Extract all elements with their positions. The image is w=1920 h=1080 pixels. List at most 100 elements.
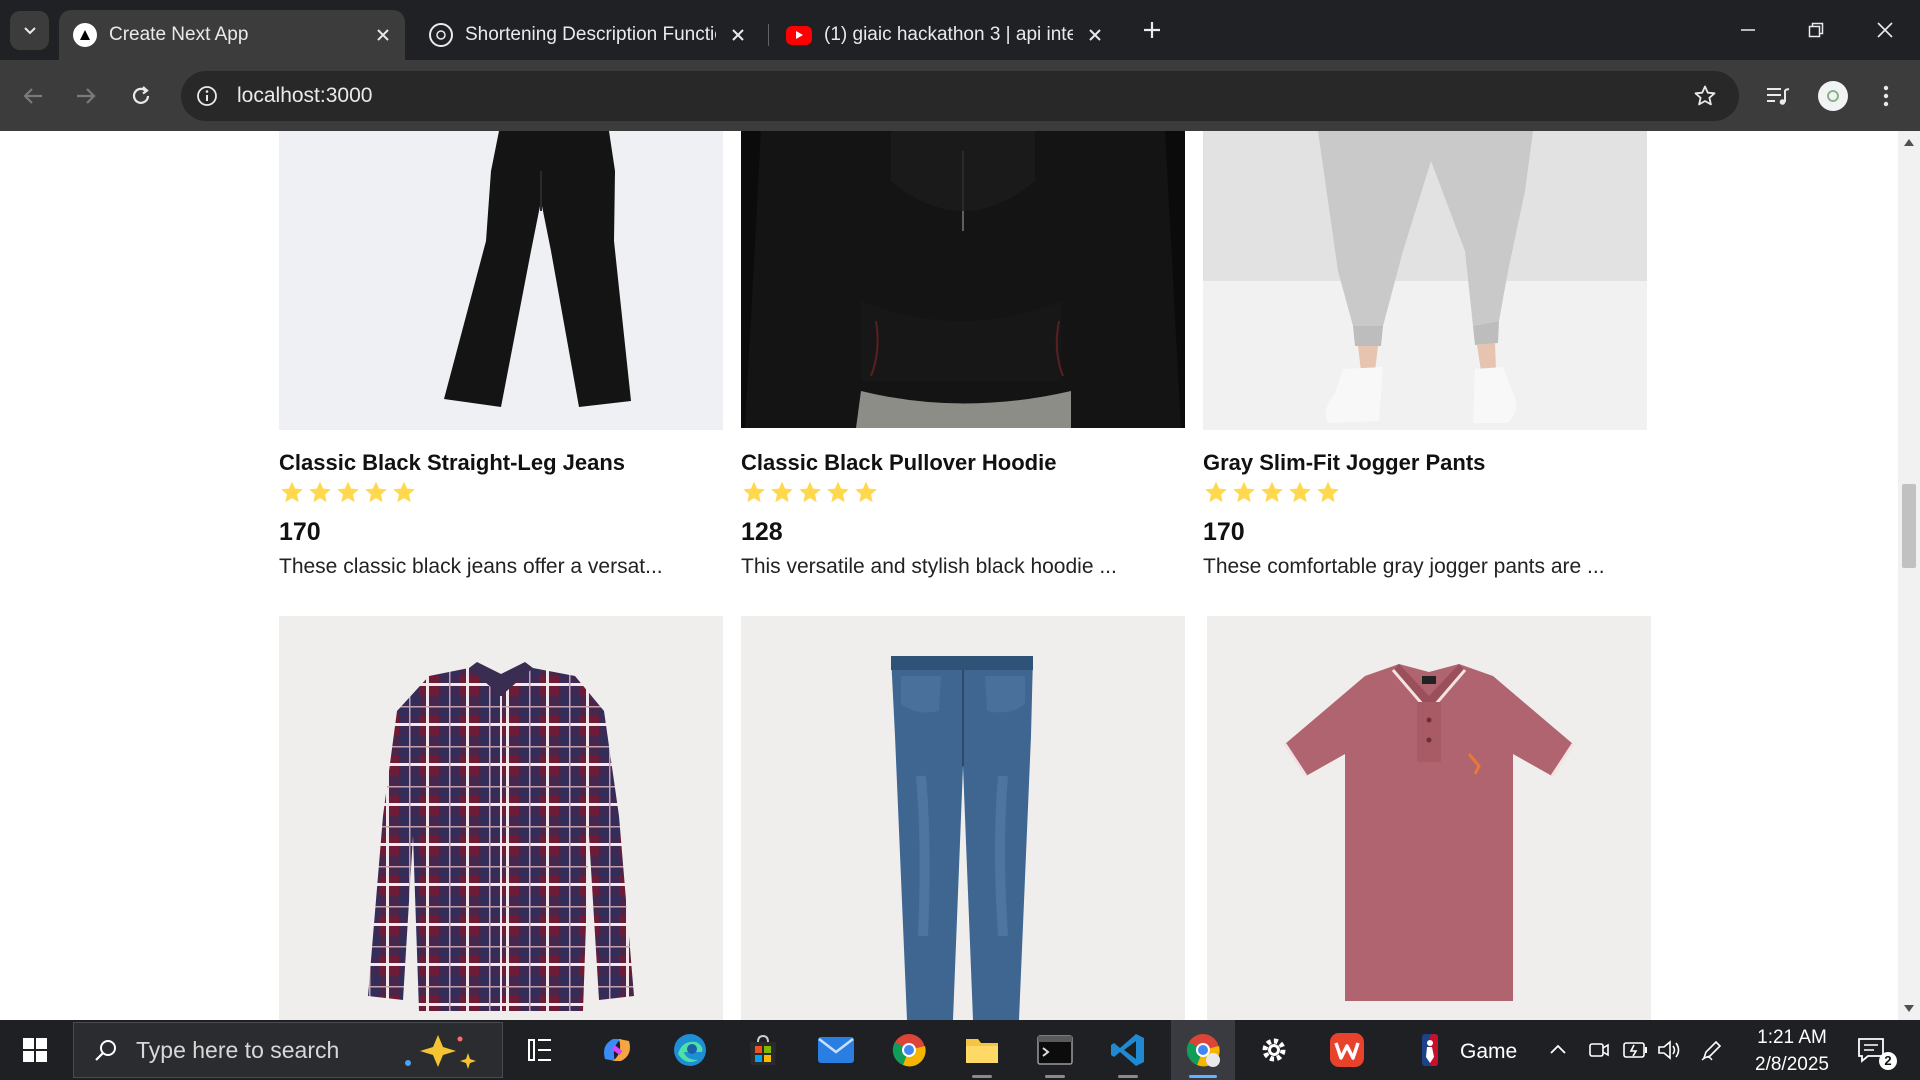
star-icon bbox=[1233, 481, 1255, 503]
product-name[interactable]: Classic Black Straight-Leg Jeans bbox=[279, 450, 723, 476]
product-card[interactable] bbox=[279, 616, 723, 1020]
scroll-up-icon[interactable] bbox=[1904, 139, 1914, 146]
file-explorer-button[interactable] bbox=[952, 1020, 1012, 1080]
product-image-gray-joggers[interactable] bbox=[1203, 131, 1647, 430]
tab-shortening-description[interactable]: Shortening Description Functio bbox=[415, 10, 760, 60]
chrome-profile-button[interactable] bbox=[1171, 1020, 1235, 1080]
chrome-icon bbox=[892, 1034, 926, 1067]
close-icon[interactable] bbox=[371, 23, 395, 47]
search-icon bbox=[94, 1038, 118, 1062]
back-button[interactable] bbox=[15, 78, 51, 114]
bookmark-star-icon[interactable] bbox=[1691, 82, 1719, 110]
tab-search-button[interactable] bbox=[10, 11, 49, 50]
kebab-menu-icon bbox=[1883, 85, 1889, 107]
close-icon[interactable] bbox=[1083, 23, 1107, 47]
star-icon bbox=[771, 481, 793, 503]
running-indicator bbox=[1118, 1075, 1138, 1078]
close-icon bbox=[1877, 22, 1893, 38]
product-card[interactable]: Classic Black Straight-Leg Jeans 170 The… bbox=[279, 131, 723, 579]
minimize-button[interactable] bbox=[1713, 0, 1783, 60]
site-info-icon[interactable] bbox=[193, 82, 221, 110]
taskbar-search[interactable]: Type here to search bbox=[73, 1022, 503, 1078]
forward-button[interactable] bbox=[68, 78, 104, 114]
product-name[interactable]: Classic Black Pullover Hoodie bbox=[741, 450, 1185, 476]
tab-title: Shortening Description Functio bbox=[465, 24, 716, 45]
chatgpt-icon bbox=[429, 23, 453, 47]
product-card[interactable] bbox=[741, 616, 1185, 1020]
star-icon bbox=[1317, 481, 1339, 503]
vscode-icon bbox=[1111, 1034, 1144, 1066]
browser-menu-button[interactable] bbox=[1866, 76, 1906, 116]
close-icon[interactable] bbox=[726, 23, 750, 47]
product-card[interactable]: Gray Slim-Fit Jogger Pants 170 These com… bbox=[1203, 131, 1647, 579]
reload-button[interactable] bbox=[123, 78, 159, 114]
close-window-button[interactable] bbox=[1850, 0, 1920, 60]
product-description: These comfortable gray jogger pants are … bbox=[1203, 555, 1605, 578]
product-name[interactable]: Gray Slim-Fit Jogger Pants bbox=[1203, 450, 1647, 476]
terminal-icon bbox=[1037, 1035, 1073, 1065]
plus-icon bbox=[1144, 22, 1160, 38]
arrow-right-icon bbox=[77, 88, 96, 104]
profile-button[interactable] bbox=[1813, 76, 1853, 116]
page-viewport: Classic Black Straight-Leg Jeans 170 The… bbox=[0, 131, 1898, 1020]
tab-youtube-hackathon[interactable]: (1) giaic hackathon 3 | api integ bbox=[772, 10, 1117, 60]
task-view-icon bbox=[528, 1039, 551, 1061]
address-bar[interactable]: localhost:3000 bbox=[181, 71, 1739, 121]
copilot-button[interactable] bbox=[587, 1020, 647, 1080]
gear-icon bbox=[1262, 1038, 1286, 1062]
url-text: localhost:3000 bbox=[237, 84, 373, 107]
edge-icon bbox=[674, 1034, 706, 1066]
tab-strip: Create Next App Shortening Description F… bbox=[0, 0, 1920, 60]
star-icon bbox=[799, 481, 821, 503]
mail-button[interactable] bbox=[806, 1020, 866, 1080]
chrome-button[interactable] bbox=[879, 1020, 939, 1080]
product-image-black-hoodie[interactable] bbox=[741, 131, 1185, 428]
product-rating bbox=[1203, 480, 1647, 506]
restore-button[interactable] bbox=[1781, 0, 1851, 60]
star-icon bbox=[743, 481, 765, 503]
scrollbar-thumb[interactable] bbox=[1902, 484, 1916, 568]
product-price: 170 bbox=[1203, 518, 1245, 546]
star-icon bbox=[1289, 481, 1311, 503]
scroll-down-icon[interactable] bbox=[1904, 1005, 1914, 1012]
new-tab-button[interactable] bbox=[1138, 16, 1166, 44]
wps-office-button[interactable] bbox=[1317, 1020, 1377, 1080]
product-card[interactable] bbox=[1207, 616, 1651, 1020]
chevron-down-icon bbox=[23, 26, 36, 34]
product-image-blue-jeans[interactable] bbox=[741, 616, 1185, 1020]
page-scrollbar[interactable] bbox=[1898, 131, 1920, 1020]
start-button[interactable] bbox=[5, 1020, 65, 1080]
pen-workspace-icon[interactable] bbox=[1700, 1038, 1724, 1068]
star-icon bbox=[337, 481, 359, 503]
clock-date[interactable]: 2/8/2025 bbox=[1744, 1054, 1840, 1076]
product-price: 170 bbox=[279, 518, 321, 546]
mail-icon bbox=[818, 1037, 854, 1063]
product-image-plaid-shirt[interactable] bbox=[279, 616, 723, 1020]
microsoft-store-button[interactable] bbox=[733, 1020, 793, 1080]
product-image-polo-shirt[interactable] bbox=[1207, 616, 1651, 1020]
task-view-button[interactable] bbox=[510, 1020, 570, 1080]
terminal-button[interactable] bbox=[1025, 1020, 1085, 1080]
arrow-left-icon bbox=[23, 88, 42, 104]
volume-icon[interactable] bbox=[1656, 1038, 1682, 1068]
nba-widget-button[interactable] bbox=[1400, 1020, 1460, 1080]
star-icon bbox=[827, 481, 849, 503]
settings-button[interactable] bbox=[1244, 1020, 1304, 1080]
media-controls-button[interactable] bbox=[1758, 76, 1798, 116]
tab-create-next-app[interactable]: Create Next App bbox=[59, 10, 405, 60]
meet-now-icon[interactable] bbox=[1588, 1038, 1610, 1068]
widget-label[interactable]: Game bbox=[1460, 1040, 1517, 1064]
show-hidden-icons-chevron-up-icon[interactable] bbox=[1548, 1040, 1568, 1066]
clock-time[interactable]: 1:21 AM bbox=[1752, 1027, 1832, 1049]
notification-count-badge: 2 bbox=[1879, 1052, 1897, 1070]
wps-office-icon bbox=[1330, 1033, 1364, 1067]
product-card[interactable]: Classic Black Pullover Hoodie 128 This v… bbox=[741, 131, 1185, 579]
vscode-button[interactable] bbox=[1098, 1020, 1158, 1080]
battery-charging-icon[interactable] bbox=[1622, 1038, 1648, 1068]
product-image-black-jeans[interactable] bbox=[279, 131, 723, 430]
tab-title: Create Next App bbox=[109, 24, 249, 45]
star-icon bbox=[1261, 481, 1283, 503]
edge-button[interactable] bbox=[660, 1020, 720, 1080]
star-icon bbox=[393, 481, 415, 503]
copilot-sparkle-icon bbox=[398, 1031, 488, 1076]
